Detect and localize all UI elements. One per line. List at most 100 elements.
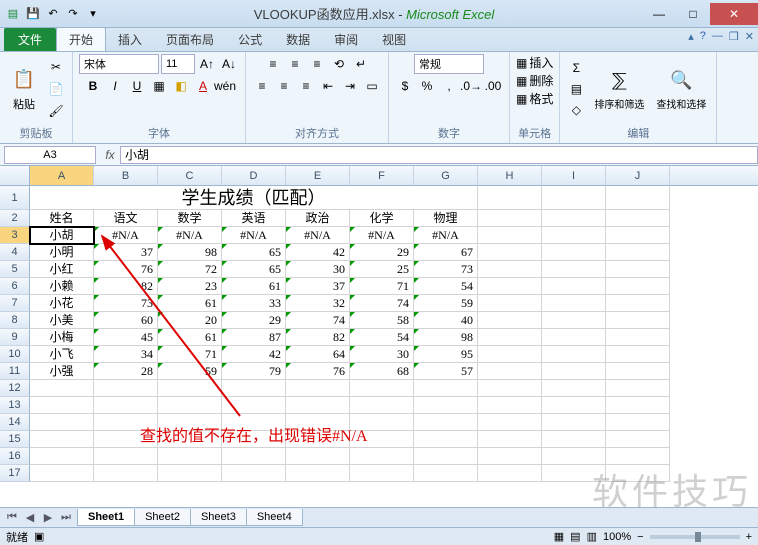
row-header[interactable]: 3	[0, 227, 30, 244]
sheet-nav-last-icon[interactable]: ⏭	[58, 510, 74, 526]
format-cells-icon[interactable]: ▦	[516, 92, 527, 106]
cell[interactable]: 30	[286, 261, 350, 278]
cell[interactable]	[478, 186, 542, 210]
cell[interactable]: 74	[350, 295, 414, 312]
number-format-combo[interactable]: 常规	[414, 54, 484, 74]
cell[interactable]: #N/A	[286, 227, 350, 244]
cell[interactable]	[30, 397, 94, 414]
cell[interactable]	[542, 363, 606, 380]
increase-decimal-icon[interactable]: .0→	[461, 76, 481, 96]
column-header-F[interactable]: F	[350, 166, 414, 185]
cell[interactable]: 79	[222, 363, 286, 380]
row-header[interactable]: 17	[0, 465, 30, 482]
cut-icon[interactable]: ✂	[46, 57, 66, 77]
row-header[interactable]: 4	[0, 244, 30, 261]
row-header[interactable]: 11	[0, 363, 30, 380]
cell[interactable]	[222, 380, 286, 397]
cell[interactable]: #N/A	[158, 227, 222, 244]
sheet-tab-Sheet3[interactable]: Sheet3	[190, 509, 247, 526]
cell[interactable]: #N/A	[350, 227, 414, 244]
cell[interactable]: 61	[158, 295, 222, 312]
cell[interactable]: 61	[158, 329, 222, 346]
sheet-nav-first-icon[interactable]: ⏮	[4, 510, 20, 526]
cell[interactable]	[286, 448, 350, 465]
tab-layout[interactable]: 页面布局	[154, 28, 226, 51]
cell[interactable]: 小飞	[30, 346, 94, 363]
cell[interactable]	[350, 465, 414, 482]
column-header-D[interactable]: D	[222, 166, 286, 185]
indent-increase-icon[interactable]: ⇥	[340, 76, 360, 96]
copy-icon[interactable]: 📄	[46, 79, 66, 99]
cell[interactable]: 小花	[30, 295, 94, 312]
cell[interactable]: 37	[286, 278, 350, 295]
cell[interactable]: 58	[350, 312, 414, 329]
cell[interactable]: 42	[286, 244, 350, 261]
cell[interactable]	[478, 448, 542, 465]
cell[interactable]	[478, 312, 542, 329]
row-header[interactable]: 16	[0, 448, 30, 465]
cell[interactable]	[542, 227, 606, 244]
cell[interactable]: 小胡	[30, 227, 94, 244]
cell[interactable]	[606, 278, 670, 295]
minimize-ribbon-icon[interactable]: ▴	[688, 30, 694, 43]
row-header[interactable]: 1	[0, 186, 30, 210]
italic-button[interactable]: I	[105, 76, 125, 96]
cell[interactable]: 73	[414, 261, 478, 278]
cell[interactable]	[222, 397, 286, 414]
tab-view[interactable]: 视图	[370, 28, 418, 51]
cell[interactable]	[158, 397, 222, 414]
cell[interactable]: 学生成绩（匹配）	[30, 186, 478, 210]
column-header-J[interactable]: J	[606, 166, 670, 185]
maximize-button[interactable]: □	[676, 3, 710, 25]
row-header[interactable]: 5	[0, 261, 30, 278]
font-name-combo[interactable]: 宋体	[79, 54, 159, 74]
cell[interactable]: #N/A	[222, 227, 286, 244]
cell[interactable]	[542, 210, 606, 227]
sheet-tab-Sheet4[interactable]: Sheet4	[246, 509, 303, 526]
tab-home[interactable]: 开始	[56, 27, 106, 51]
format-painter-icon[interactable]: 🖌	[46, 101, 66, 121]
undo-icon[interactable]: ↶	[44, 5, 62, 23]
cell[interactable]: 82	[94, 278, 158, 295]
cell[interactable]	[542, 278, 606, 295]
align-center-icon[interactable]: ≡	[274, 76, 294, 96]
indent-decrease-icon[interactable]: ⇤	[318, 76, 338, 96]
cell[interactable]	[606, 295, 670, 312]
zoom-level[interactable]: 100%	[603, 531, 631, 543]
sheet-tab-Sheet2[interactable]: Sheet2	[134, 509, 191, 526]
tab-formulas[interactable]: 公式	[226, 28, 274, 51]
row-header[interactable]: 2	[0, 210, 30, 227]
cell[interactable]	[94, 448, 158, 465]
cell[interactable]	[542, 295, 606, 312]
row-header[interactable]: 6	[0, 278, 30, 295]
row-header[interactable]: 10	[0, 346, 30, 363]
align-middle-icon[interactable]: ≡	[285, 54, 305, 74]
cell[interactable]: 71	[350, 278, 414, 295]
cell[interactable]: 59	[158, 363, 222, 380]
cell[interactable]: 20	[158, 312, 222, 329]
font-color-button[interactable]: A	[193, 76, 213, 96]
cell[interactable]: 42	[222, 346, 286, 363]
column-header-B[interactable]: B	[94, 166, 158, 185]
zoom-slider[interactable]	[650, 535, 740, 539]
doc-close-icon[interactable]: ✕	[745, 30, 754, 43]
cell[interactable]	[30, 448, 94, 465]
cell[interactable]: 姓名	[30, 210, 94, 227]
doc-restore-icon[interactable]: ❐	[729, 30, 739, 43]
view-pagebreak-icon[interactable]: ▥	[587, 530, 597, 543]
cell[interactable]	[606, 363, 670, 380]
cell[interactable]: 政治	[286, 210, 350, 227]
tab-data[interactable]: 数据	[274, 28, 322, 51]
cell[interactable]	[286, 465, 350, 482]
cell[interactable]	[606, 312, 670, 329]
cell[interactable]: 82	[286, 329, 350, 346]
cell[interactable]	[478, 380, 542, 397]
underline-button[interactable]: U	[127, 76, 147, 96]
redo-icon[interactable]: ↷	[64, 5, 82, 23]
cell[interactable]: 71	[158, 346, 222, 363]
name-box[interactable]	[4, 146, 96, 164]
column-header-H[interactable]: H	[478, 166, 542, 185]
cell[interactable]	[606, 414, 670, 431]
sheet-nav-next-icon[interactable]: ▶	[40, 510, 56, 526]
find-select-button[interactable]: 🔍 查找和选择	[652, 64, 710, 113]
